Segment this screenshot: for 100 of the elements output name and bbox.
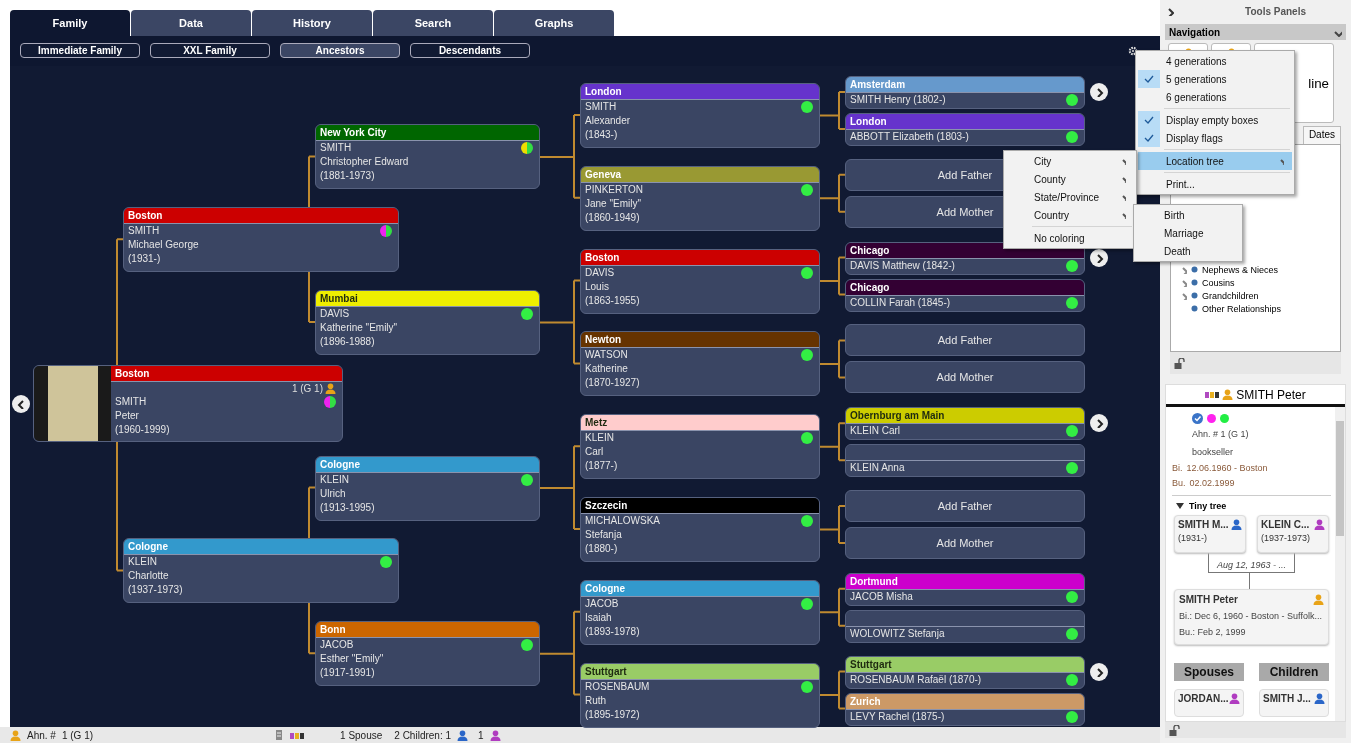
location-header: Chicago xyxy=(846,279,1084,296)
years-text: (1913-1995) xyxy=(319,500,376,515)
person-name: WOLOWITZ Stefanja xyxy=(849,626,946,641)
location-header: Geneva xyxy=(581,166,819,183)
surname-text: WATSON xyxy=(584,348,629,363)
surname-text: DAVIS xyxy=(584,265,616,280)
person-name: ABBOTT Elizabeth (1803-) xyxy=(849,130,970,144)
fact-text: Bu.: Feb 2, 1999 xyxy=(1179,627,1247,637)
person-name: SMITH Peter xyxy=(1179,594,1238,605)
given-name-text: Esther "Emily" xyxy=(319,652,385,667)
surname-text: MICHALOWSKA xyxy=(584,514,661,528)
ancestor-label: Ahn. # xyxy=(27,729,56,741)
location-header: Boston xyxy=(124,208,398,225)
location-header: Cologne xyxy=(124,539,398,556)
person-name: JACOB Misha xyxy=(849,589,914,604)
surname-text: SMITH xyxy=(584,100,618,114)
given-name-text: Katherine "Emily" xyxy=(319,321,399,335)
location-header: Cologne xyxy=(316,456,539,473)
given-name-text: Peter xyxy=(114,408,140,423)
ancestor-number: Ahn. # 1 (G 1) xyxy=(1191,428,1250,441)
surname-text: ROSENBAUM xyxy=(584,679,651,694)
given-name-text: Christopher Edward xyxy=(319,155,410,170)
location-header: London xyxy=(846,114,1084,130)
years-text: (1860-1949) xyxy=(584,210,641,225)
years-text: (1881-1973) xyxy=(319,169,376,184)
location-header: Cologne xyxy=(581,580,819,597)
daughter-count: 1 xyxy=(478,729,484,741)
given-name-text: Louis xyxy=(584,279,610,294)
marriage-date: Aug 12, 1963 - ... xyxy=(1216,560,1286,570)
person-name: SMITH M... xyxy=(1178,519,1229,530)
years-text: (1917-1991) xyxy=(319,666,376,681)
location-header: Mumbai xyxy=(316,291,539,307)
years-text: (1895-1972) xyxy=(584,707,641,722)
given-name-text: Stefanja xyxy=(584,528,623,542)
years-text: (1931-) xyxy=(127,252,162,267)
years-text: (1843-) xyxy=(584,128,619,142)
spouse-count: 1 Spouse xyxy=(340,729,383,741)
fact-label: Bi. xyxy=(1172,462,1183,475)
surname-text: SMITH xyxy=(319,141,353,156)
fact-label: Bu. xyxy=(1172,477,1186,490)
surname-text: PINKERTON xyxy=(584,182,644,197)
surname-text: SMITH xyxy=(127,224,161,239)
location-header: New York City xyxy=(316,125,539,142)
person-name: KLEIN C... xyxy=(1261,519,1310,530)
fact-value: 12.06.1960 - Boston xyxy=(1186,462,1268,475)
person-name: KLEIN Carl xyxy=(849,424,901,439)
location-header: Stuttgart xyxy=(581,663,819,680)
location-header: Metz xyxy=(581,415,819,432)
fact-value: 02.02.1999 xyxy=(1189,477,1235,490)
surname-text: KLEIN xyxy=(584,431,615,446)
location-header: Newton xyxy=(581,332,819,349)
given-name-text: Charlotte xyxy=(127,569,170,584)
person-name: DAVIS Matthew (1842-) xyxy=(849,258,956,273)
years-text: (1896-1988) xyxy=(319,335,376,349)
given-name-text: Katherine xyxy=(584,362,629,377)
location-header: Amsterdam xyxy=(846,77,1084,93)
location-header: Boston xyxy=(581,249,819,266)
person-name: SMITH Henry (1802-) xyxy=(849,93,947,107)
years-text: (1960-1999) xyxy=(114,422,171,437)
years-text: (1877-) xyxy=(584,459,619,474)
location-header: Zurich xyxy=(846,693,1084,710)
ancestor-number: 1 (G 1) xyxy=(291,383,323,395)
person-name: KLEIN Anna xyxy=(849,461,906,476)
surname-text: KLEIN xyxy=(127,555,158,570)
ancestor-number: 1 (G 1) xyxy=(61,729,94,741)
person-name: SMITH Peter xyxy=(1236,387,1306,402)
person-name: LEVY Rachel (1875-) xyxy=(849,709,946,724)
section-title: Navigation xyxy=(1169,26,1221,38)
location-header: Obernburg am Main xyxy=(846,408,1084,425)
given-name-text: Isaiah xyxy=(584,610,613,625)
surname-text: SMITH xyxy=(114,394,148,409)
years-text: (1863-1955) xyxy=(584,293,641,308)
fact-text: Bi.: Dec 6, 1960 - Boston - Suffolk... xyxy=(1179,611,1323,621)
surname-text: DAVIS xyxy=(319,307,351,321)
location-header: Szczecin xyxy=(581,498,819,514)
location-header: Boston xyxy=(111,365,342,382)
years-text: (1931-) xyxy=(1178,533,1208,543)
given-name-text: Jane "Emily" xyxy=(584,196,642,211)
location-header: London xyxy=(581,84,819,100)
section-title: Tiny tree xyxy=(1189,500,1227,511)
person-name: COLLIN Farah (1845-) xyxy=(849,295,952,310)
person-name: JORDAN... xyxy=(1178,693,1229,706)
occupation-text: bookseller xyxy=(1191,446,1235,459)
given-name-text: Ulrich xyxy=(319,486,347,501)
years-text: (1893-1978) xyxy=(584,624,641,639)
person-name: ROSENBAUM Rafaël (1870-) xyxy=(849,672,983,687)
years-text: (1870-1927) xyxy=(584,376,641,391)
location-header: Stuttgart xyxy=(846,656,1084,673)
location-header: Bonn xyxy=(316,622,539,639)
given-name-text: Ruth xyxy=(584,693,608,708)
years-text: (1937-1973) xyxy=(127,583,184,598)
surname-text: KLEIN xyxy=(319,472,350,487)
given-name-text: Michael George xyxy=(127,238,200,253)
years-text: (1937-1973) xyxy=(1261,533,1312,543)
given-name-text: Alexander xyxy=(584,114,632,128)
years-text: (1880-) xyxy=(584,542,619,556)
person-name: SMITH J... xyxy=(1263,693,1311,706)
surname-text: JACOB xyxy=(319,638,355,653)
panel-title: Tools Panels xyxy=(1245,5,1306,17)
given-name-text: Carl xyxy=(584,445,605,460)
